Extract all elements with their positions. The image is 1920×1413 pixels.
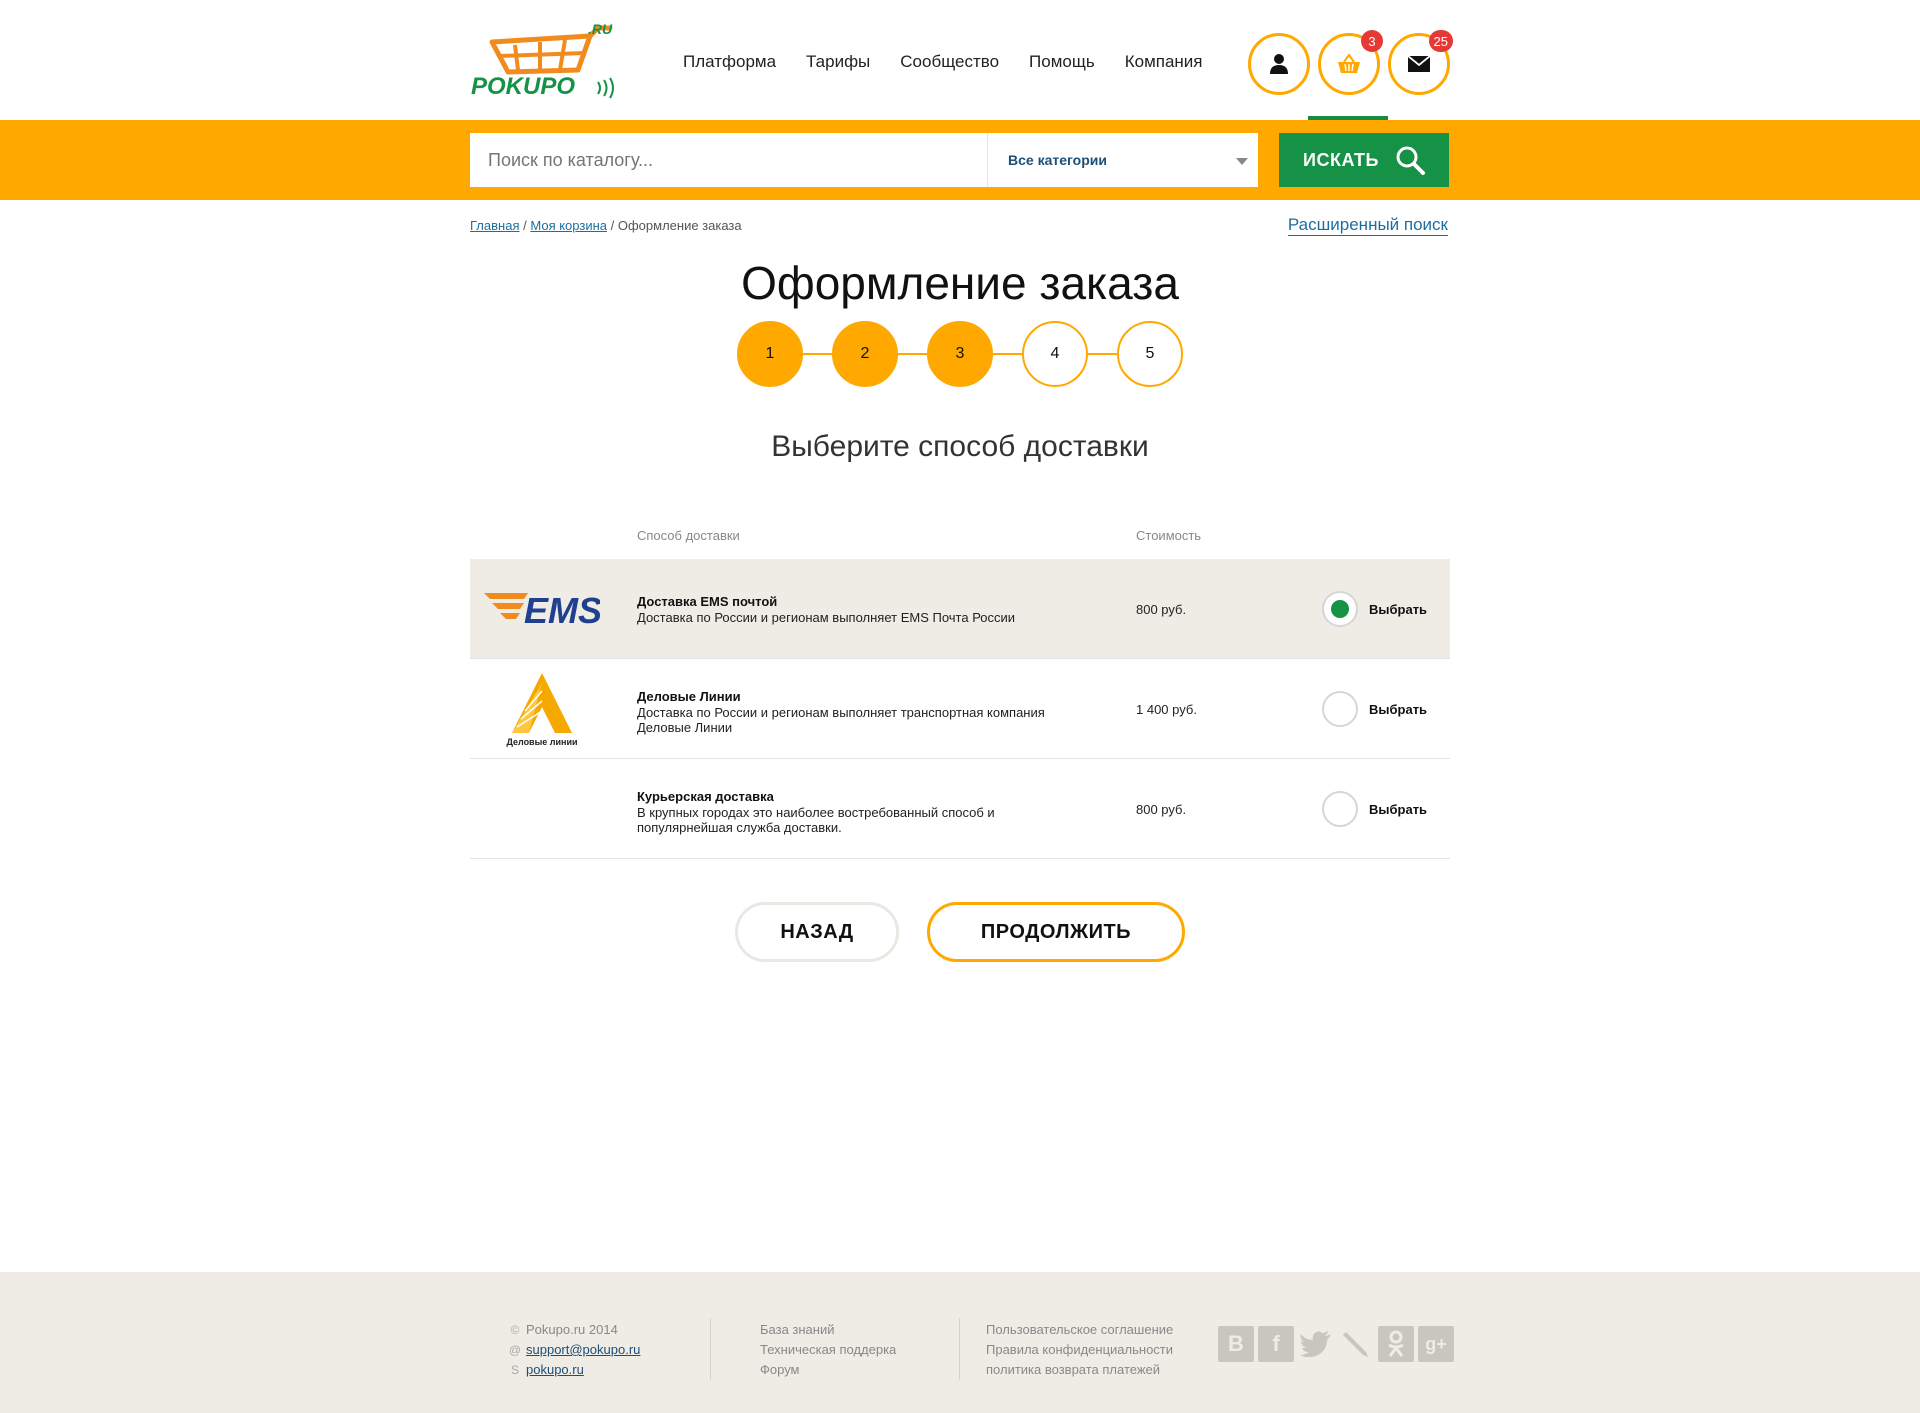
delivery-name: Доставка EMS почтой xyxy=(637,594,778,609)
google-plus-icon[interactable]: g+ xyxy=(1418,1326,1454,1362)
breadcrumb-current: Оформление заказа xyxy=(617,218,742,233)
courier-logo-placeholder xyxy=(484,771,600,847)
footer-divider xyxy=(959,1318,960,1380)
nav-community[interactable]: Сообщество xyxy=(900,52,999,72)
category-select[interactable]: Все категории xyxy=(987,133,1258,187)
nav-help[interactable]: Помощь xyxy=(1029,52,1095,72)
footer-legal-links: Пользовательское соглашение Правила конф… xyxy=(986,1320,1173,1380)
delivery-radio[interactable] xyxy=(1322,791,1358,827)
choose-label[interactable]: Выбрать xyxy=(1369,702,1427,717)
account-button[interactable] xyxy=(1248,33,1310,95)
delovye-linii-logo-text: Деловые линии xyxy=(506,737,577,747)
envelope-icon xyxy=(1408,56,1430,72)
step-4: 4 xyxy=(1022,321,1088,387)
messages-button[interactable]: 25 xyxy=(1388,30,1453,95)
footer-link-user-agreement[interactable]: Пользовательское соглашение xyxy=(986,1322,1173,1337)
facebook-icon[interactable]: f xyxy=(1258,1326,1294,1362)
delivery-price: 800 руб. xyxy=(1136,602,1187,617)
footer-link-support[interactable]: Техническая поддерка xyxy=(760,1342,896,1357)
social-links: B f g+ xyxy=(1218,1326,1454,1362)
step-number: 3 xyxy=(955,345,965,362)
footer-link-refund[interactable]: политика возврата платежей xyxy=(986,1362,1160,1377)
pokupo-logo[interactable]: POKUPO .RU xyxy=(470,20,620,102)
step-number: 2 xyxy=(860,345,870,362)
search-button[interactable]: ИСКАТЬ xyxy=(1279,133,1449,187)
breadcrumb-home[interactable]: Главная xyxy=(470,218,519,233)
breadcrumb-separator: / xyxy=(523,218,527,233)
delivery-name: Деловые Линии xyxy=(637,689,741,704)
cart-count-badge: 3 xyxy=(1361,30,1383,52)
user-icon xyxy=(1270,54,1288,74)
choose-label[interactable]: Выбрать xyxy=(1369,602,1427,617)
skype-icon: S xyxy=(510,1363,519,1377)
site-footer: © Pokupo.ru 2014 @ support@pokupo.ru Spoku… xyxy=(0,1272,1920,1413)
nav-tariffs[interactable]: Тарифы xyxy=(806,52,870,72)
copyright-icon: © xyxy=(510,1323,520,1337)
category-select-value: Все категории xyxy=(1008,152,1107,168)
ems-logo: EMS xyxy=(484,571,600,647)
column-header-method: Способ доставки xyxy=(637,528,740,543)
search-input[interactable] xyxy=(470,133,987,187)
step-2[interactable]: 2 xyxy=(832,321,898,387)
page-title: Оформление заказа xyxy=(741,257,1179,309)
column-header-cost: Стоимость xyxy=(1136,528,1202,543)
main-nav: Платформа Тарифы Сообщество Помощь Компа… xyxy=(683,52,1233,72)
back-button[interactable]: НАЗАД xyxy=(735,902,899,962)
step-5: 5 xyxy=(1117,321,1183,387)
delivery-description: Доставка по России и регионам выполняет … xyxy=(637,705,1045,735)
logo-text: POKUPO xyxy=(471,73,575,100)
search-button-label: ИСКАТЬ xyxy=(1303,149,1379,170)
livejournal-icon[interactable] xyxy=(1338,1326,1374,1362)
footer-link-privacy[interactable]: Правила конфиденциальности xyxy=(986,1342,1173,1357)
checkout-steps: 1 2 3 4 5 xyxy=(737,321,1183,387)
breadcrumb-cart[interactable]: Моя корзина xyxy=(530,218,607,233)
advanced-search-link[interactable]: Расширенный поиск xyxy=(1287,215,1448,236)
step-number: 1 xyxy=(765,345,775,362)
step-3[interactable]: 3 xyxy=(927,321,993,387)
twitter-icon[interactable] xyxy=(1298,1326,1334,1362)
section-subtitle: Выберите способ доставки xyxy=(771,430,1149,463)
breadcrumb-separator: / xyxy=(610,218,615,233)
footer-divider xyxy=(710,1318,711,1380)
footer-link-knowledge-base[interactable]: База знаний xyxy=(760,1322,835,1337)
choose-label[interactable]: Выбрать xyxy=(1369,802,1427,817)
delivery-radio[interactable] xyxy=(1322,691,1358,727)
basket-icon xyxy=(1338,53,1360,73)
footer-skype-link[interactable]: pokupo.ru xyxy=(526,1360,584,1380)
delivery-radio-selected[interactable] xyxy=(1322,591,1358,627)
footer-link-forum[interactable]: Форум xyxy=(760,1362,800,1377)
breadcrumb: Главная / Моя корзина / Оформление заказ… xyxy=(470,218,742,233)
footer-email-link[interactable]: support@pokupo.ru xyxy=(526,1340,640,1360)
at-icon: @ xyxy=(508,1343,522,1357)
step-number: 5 xyxy=(1145,345,1155,362)
delivery-description: В крупных городах это наиболее востребов… xyxy=(637,805,995,835)
search-icon xyxy=(1396,146,1425,175)
table-row[interactable]: EMS Доставка EMS почтой Доставка по Росс… xyxy=(470,559,1450,659)
site-header: POKUPO .RU Платформа Тарифы Сообщество П… xyxy=(0,0,1920,120)
step-number: 4 xyxy=(1050,345,1060,362)
table-row[interactable]: Деловые линии Деловые Линии Доставка по … xyxy=(470,659,1450,759)
radio-dot xyxy=(1331,600,1349,618)
nav-company[interactable]: Компания xyxy=(1125,52,1203,72)
odnoklassniki-icon[interactable] xyxy=(1378,1326,1414,1362)
chevron-down-icon xyxy=(1236,158,1248,165)
continue-button[interactable]: ПРОДОЛЖИТЬ xyxy=(927,902,1185,962)
table-row[interactable]: Курьерская доставка В крупных городах эт… xyxy=(470,759,1450,859)
footer-copyright: Pokupo.ru 2014 xyxy=(526,1322,618,1337)
footer-help-links: База знаний Техническая поддерка Форум xyxy=(760,1320,896,1380)
logo-suffix: .RU xyxy=(588,21,613,37)
step-1[interactable]: 1 xyxy=(737,321,803,387)
footer-contacts: © Pokupo.ru 2014 @ support@pokupo.ru Spoku… xyxy=(508,1320,640,1380)
messages-count-badge: 25 xyxy=(1428,30,1453,52)
vk-icon[interactable]: B xyxy=(1218,1326,1254,1362)
delivery-name: Курьерская доставка xyxy=(637,789,774,804)
ems-logo-text: EMS xyxy=(524,590,600,629)
search-bar: Все категории ИСКАТЬ xyxy=(0,120,1920,200)
nav-platform[interactable]: Платформа xyxy=(683,52,776,72)
delivery-price: 800 руб. xyxy=(1136,802,1187,817)
delovye-linii-logo: Деловые линии xyxy=(484,671,600,747)
cart-button[interactable]: 3 xyxy=(1318,30,1383,95)
delivery-price: 1 400 руб. xyxy=(1136,702,1197,717)
delivery-description: Доставка по России и регионам выполняет … xyxy=(637,610,1016,625)
